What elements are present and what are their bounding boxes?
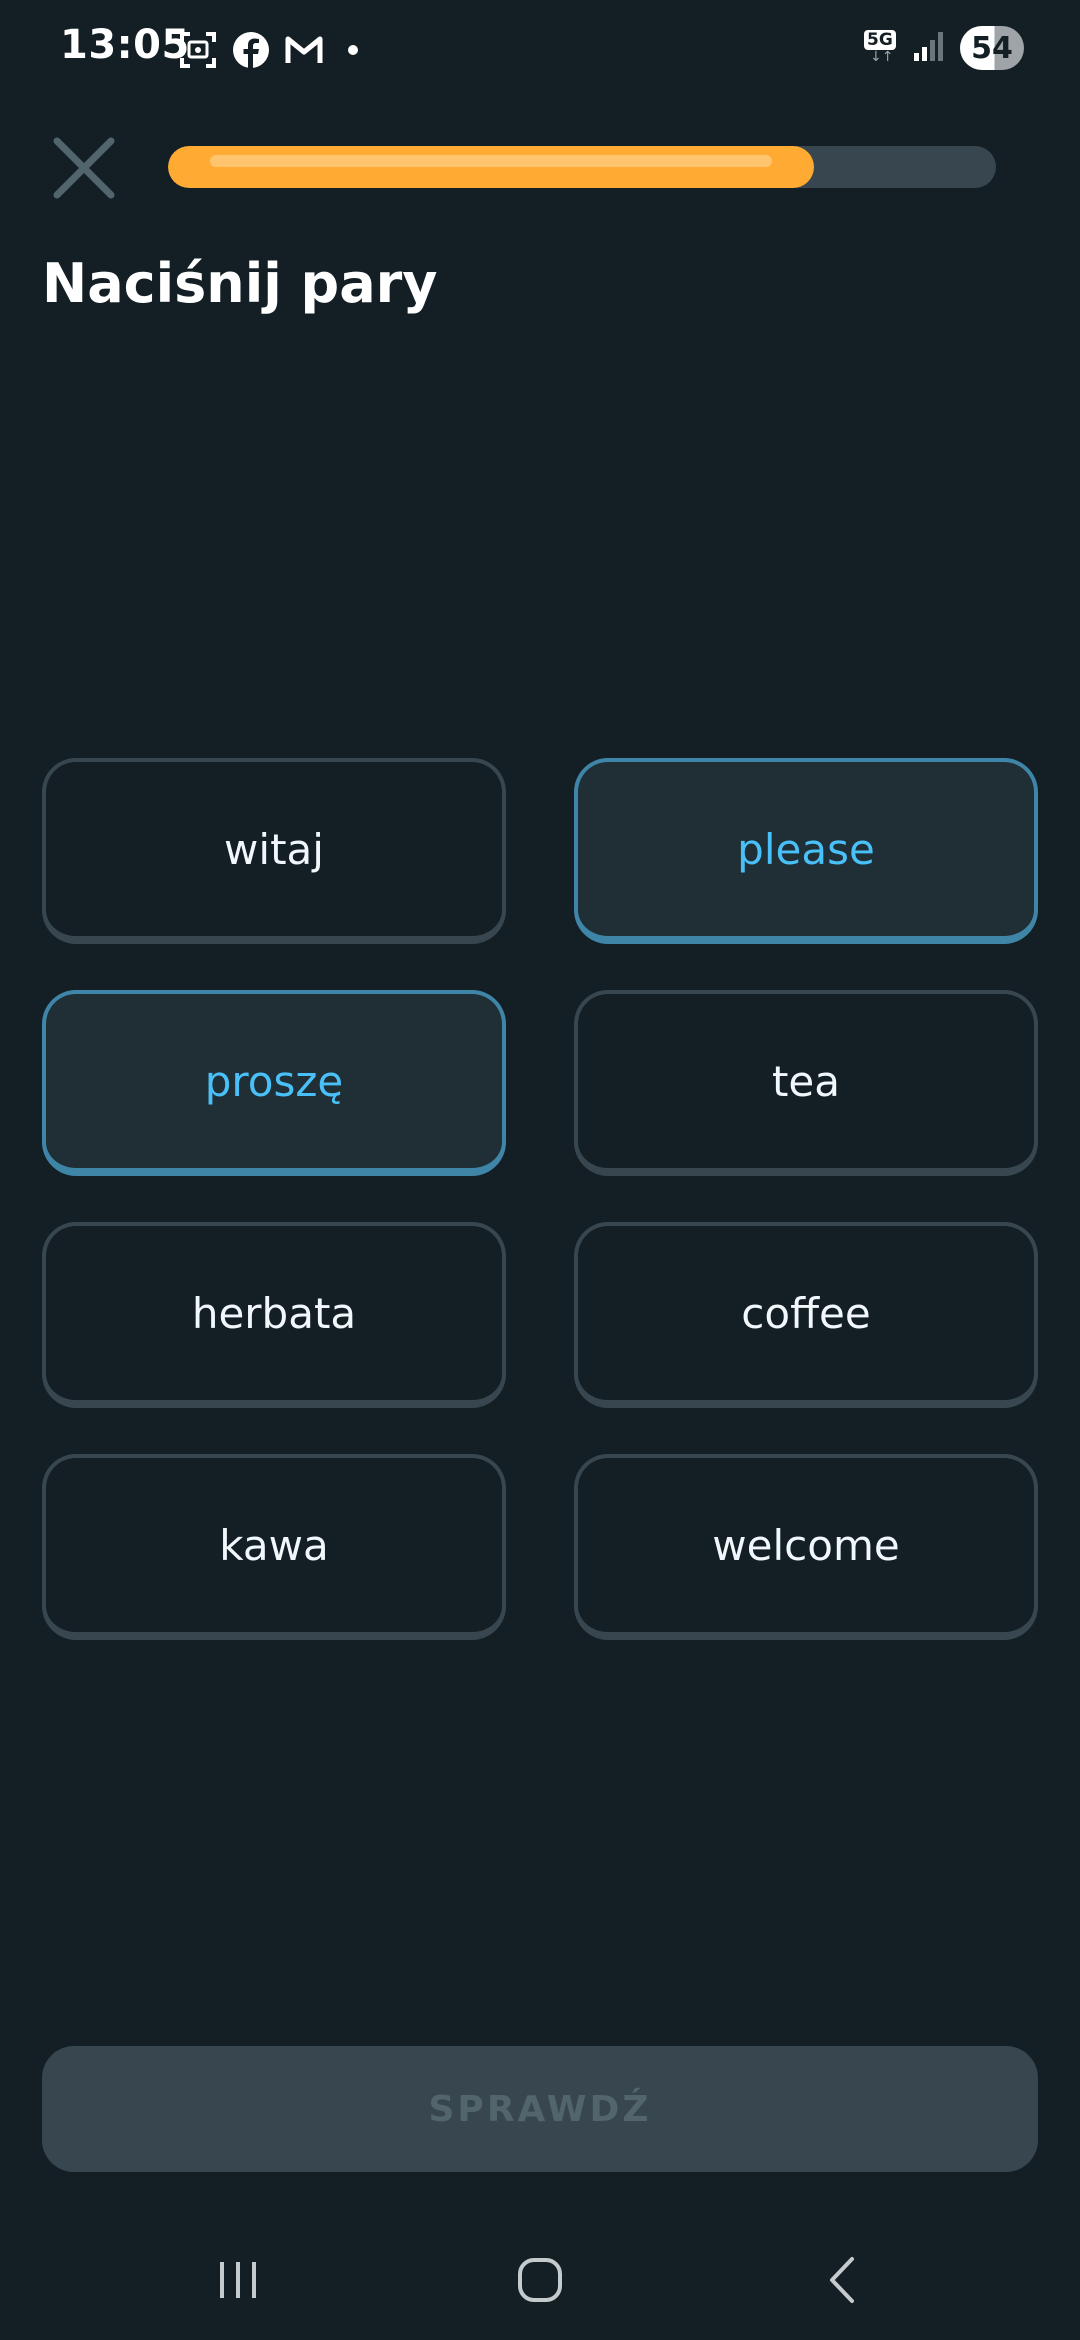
progress-fill: [168, 146, 814, 188]
word-tile[interactable]: coffee: [574, 1222, 1038, 1408]
home-icon: [518, 2258, 562, 2302]
system-navigation-bar: [0, 2220, 1080, 2340]
network-label: 5G: [864, 30, 896, 50]
close-icon: [53, 137, 115, 199]
screenshot-icon: [178, 30, 218, 70]
back-button[interactable]: [802, 2250, 882, 2310]
status-bar: 13:05 5G ↓↑ 54: [0, 0, 1080, 100]
more-notifications-dot: [348, 45, 358, 55]
screen: 13:05 5G ↓↑ 54 Naciśnij pary witaj pleas…: [0, 0, 1080, 2340]
back-icon: [830, 2257, 854, 2303]
word-pairs-grid: witaj please proszę tea herbata coffee k…: [42, 758, 1038, 1640]
system-icons: 5G ↓↑ 54: [862, 26, 1024, 70]
word-tile[interactable]: witaj: [42, 758, 506, 944]
signal-icon: [912, 29, 946, 67]
data-arrows-icon: ↓↑: [870, 49, 894, 65]
word-tile[interactable]: proszę: [42, 990, 506, 1176]
close-button[interactable]: [46, 130, 122, 206]
facebook-icon: [232, 31, 270, 69]
battery-indicator: 54: [960, 26, 1024, 70]
word-tile[interactable]: kawa: [42, 1454, 506, 1640]
notification-icons: [178, 30, 358, 70]
word-tile[interactable]: welcome: [574, 1454, 1038, 1640]
gmail-icon: [284, 33, 324, 67]
word-tile[interactable]: herbata: [42, 1222, 506, 1408]
recents-button[interactable]: [198, 2250, 278, 2310]
word-tile[interactable]: please: [574, 758, 1038, 944]
recents-icon: [220, 2262, 256, 2298]
check-button[interactable]: SPRAWDŹ: [42, 2046, 1038, 2172]
status-time: 13:05: [60, 22, 190, 68]
home-button[interactable]: [500, 2250, 580, 2310]
progress-shine: [210, 155, 772, 167]
word-tile[interactable]: tea: [574, 990, 1038, 1176]
page-title: Naciśnij pary: [42, 252, 438, 315]
network-5g-icon: 5G ↓↑: [862, 28, 898, 68]
lesson-progress-bar: [168, 146, 996, 188]
